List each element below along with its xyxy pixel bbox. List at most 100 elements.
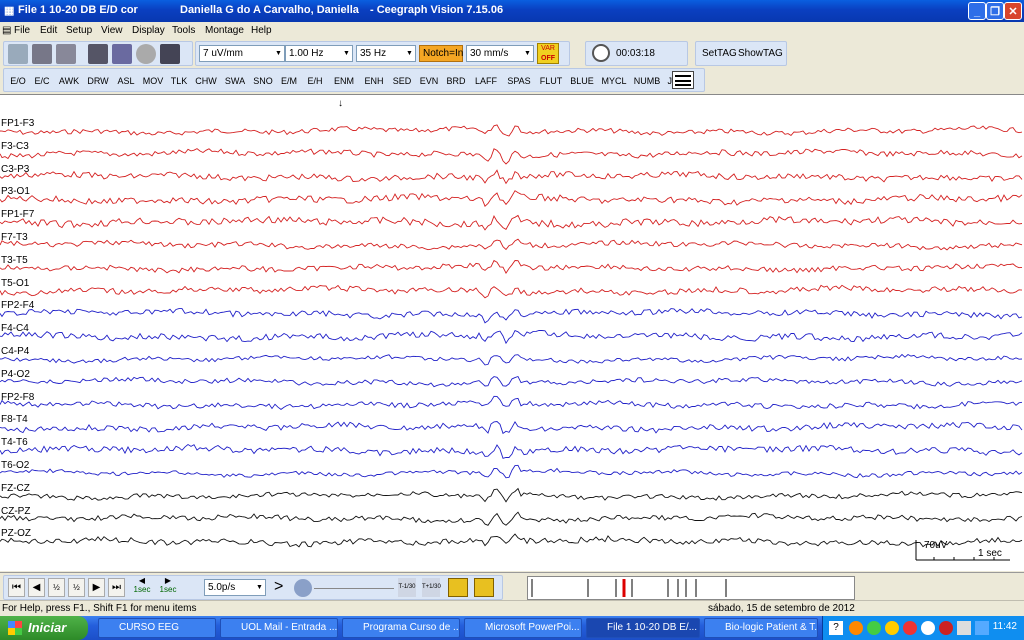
playback-speed-select[interactable]: 5.0p/s ▼ (204, 579, 266, 596)
slow-down-button[interactable]: T-1/30 (398, 578, 416, 597)
event-tag-button[interactable]: E/M (277, 73, 301, 90)
next-file-icon[interactable] (474, 578, 494, 597)
event-tag-button[interactable]: AWK (55, 73, 83, 90)
prev-page-button[interactable]: ◀ (28, 578, 45, 597)
showtag-button[interactable]: ShowTAG (738, 48, 783, 59)
last-page-button[interactable]: ⏭ (108, 578, 125, 597)
event-tag-button[interactable]: SNO (250, 73, 276, 90)
event-tag-button[interactable]: E/H (302, 73, 328, 90)
display-tray-icon[interactable] (975, 621, 989, 635)
channel-label[interactable]: C4-P4 (1, 346, 29, 357)
high-filter-select[interactable]: 35 Hz ▼ (356, 45, 416, 62)
sensitivity-select[interactable]: 7 uV/mm ▼ (199, 45, 285, 62)
channel-label[interactable]: T4-T6 (1, 437, 28, 448)
task-curso-eeg[interactable]: CURSO EEG (98, 618, 216, 638)
print-preview-icon[interactable] (56, 44, 76, 64)
speed-up-button[interactable]: T+1/30 (422, 578, 441, 597)
channel-label[interactable]: F7-T3 (1, 232, 28, 243)
task-powerpoint[interactable]: Microsoft PowerPoi... (464, 618, 582, 638)
montage-lines-icon[interactable] (672, 71, 694, 89)
app-tray-icon[interactable] (939, 621, 953, 635)
event-tag-button[interactable]: E/C (30, 73, 54, 90)
volume-tray-icon[interactable] (957, 621, 971, 635)
menu-edit[interactable]: Edit (40, 25, 57, 36)
mpeg-video-icon[interactable] (88, 44, 108, 64)
channel-label[interactable]: F3-C3 (1, 141, 29, 152)
var-toggle[interactable]: VAR OFF (537, 43, 559, 64)
task-programa-curso[interactable]: Programa Curso de ... (342, 618, 460, 638)
menu-help[interactable]: Help (251, 25, 272, 36)
channel-label[interactable]: F4-C4 (1, 323, 29, 334)
step-forward-button[interactable]: ▶ 1sec (156, 576, 180, 598)
event-tag-button[interactable]: FLUT (536, 73, 566, 90)
play-arrow-icon[interactable]: > (274, 578, 283, 596)
print-icon[interactable] (32, 44, 52, 64)
notch-toggle[interactable]: Notch=In (419, 45, 463, 62)
event-tag-button[interactable]: MYCL (598, 73, 630, 90)
menu-montage[interactable]: Montage (205, 25, 244, 36)
event-tag-button[interactable]: SPAS (503, 73, 535, 90)
channel-label[interactable]: FP2-F4 (1, 300, 34, 311)
menu-file[interactable]: File (14, 25, 30, 36)
task-biologic-patient[interactable]: Bio-logic Patient & T... (704, 618, 818, 638)
security-tray-icon[interactable] (867, 621, 881, 635)
prev-half-page-button[interactable]: ½ (48, 578, 65, 597)
task-ceegraph-file[interactable]: File 1 10-20 DB E/... (586, 618, 700, 638)
speed-knob-icon[interactable] (294, 579, 312, 597)
event-tag-button[interactable]: MOV (140, 73, 166, 90)
help-tray-icon[interactable]: ? (829, 621, 843, 635)
stopwatch-icon[interactable] (136, 44, 156, 64)
start-button[interactable]: Iniciar (0, 616, 88, 640)
channel-label[interactable]: CZ-PZ (1, 506, 30, 517)
next-page-button[interactable]: ▶ (88, 578, 105, 597)
speed-select[interactable]: 30 mm/s ▼ (466, 45, 534, 62)
menu-setup[interactable]: Setup (66, 25, 92, 36)
event-tag-button[interactable]: ASL (113, 73, 139, 90)
event-tag-button[interactable]: ENH (360, 73, 388, 90)
event-tag-button[interactable]: TLK (167, 73, 191, 90)
channel-label[interactable]: T5-O1 (1, 278, 29, 289)
low-filter-select[interactable]: 1.00 Hz ▼ (285, 45, 353, 62)
event-tag-button[interactable]: CHW (192, 73, 220, 90)
clock-icon[interactable] (592, 44, 610, 62)
step-back-button[interactable]: ◀ 1sec (130, 576, 154, 598)
menu-view[interactable]: View (101, 25, 123, 36)
channel-label[interactable]: FZ-CZ (1, 483, 30, 494)
channel-label[interactable]: T3-T5 (1, 255, 28, 266)
chrome-tray-icon[interactable] (921, 621, 935, 635)
next-half-page-button[interactable]: ½ (68, 578, 85, 597)
event-tag-button[interactable]: BLUE (567, 73, 597, 90)
task-uol-mail[interactable]: UOL Mail - Entrada ... (220, 618, 338, 638)
antivirus-tray-icon[interactable] (903, 621, 917, 635)
event-tag-button[interactable]: SWA (221, 73, 249, 90)
recording-timeline[interactable] (527, 576, 855, 600)
open-file-icon[interactable] (8, 44, 28, 64)
close-button[interactable]: ✕ (1004, 2, 1022, 20)
event-tag-button[interactable]: DRW (84, 73, 112, 90)
event-tag-button[interactable]: LAFF (470, 73, 502, 90)
eeg-trace-area[interactable]: ↓ FP1-F3 F3-C3 C3-P3 P3-O1 FP1-F7 F7-T3 T3-T5 T… (0, 94, 1024, 571)
settag-button[interactable]: SetTAG (702, 48, 737, 59)
update-tray-icon[interactable] (885, 621, 899, 635)
first-page-button[interactable]: ⏮ (8, 578, 25, 597)
event-tag-button[interactable]: EVN (416, 73, 442, 90)
menu-tools[interactable]: Tools (172, 25, 195, 36)
menu-display[interactable]: Display (132, 25, 165, 36)
prev-file-icon[interactable] (448, 578, 468, 597)
channel-label[interactable]: FP1-F3 (1, 118, 34, 129)
maximize-button[interactable]: ❐ (986, 2, 1004, 20)
channel-label[interactable]: PZ-OZ (1, 528, 31, 539)
speed-slider[interactable] (314, 588, 394, 589)
spectrum-icon[interactable] (112, 44, 132, 64)
channel-label[interactable]: P4-O2 (1, 369, 30, 380)
channel-label[interactable]: C3-P3 (1, 164, 29, 175)
channel-label[interactable]: F8-T4 (1, 414, 28, 425)
network-tray-icon[interactable] (849, 621, 863, 635)
event-tag-button[interactable]: ENM (329, 73, 359, 90)
minimize-button[interactable]: _ (968, 2, 986, 20)
event-tag-button[interactable]: E/O (7, 73, 29, 90)
event-tag-button[interactable]: NUMB (631, 73, 663, 90)
channel-label[interactable]: FP2-F8 (1, 392, 34, 403)
event-tag-button[interactable]: BRD (443, 73, 469, 90)
channel-label[interactable]: FP1-F7 (1, 209, 34, 220)
